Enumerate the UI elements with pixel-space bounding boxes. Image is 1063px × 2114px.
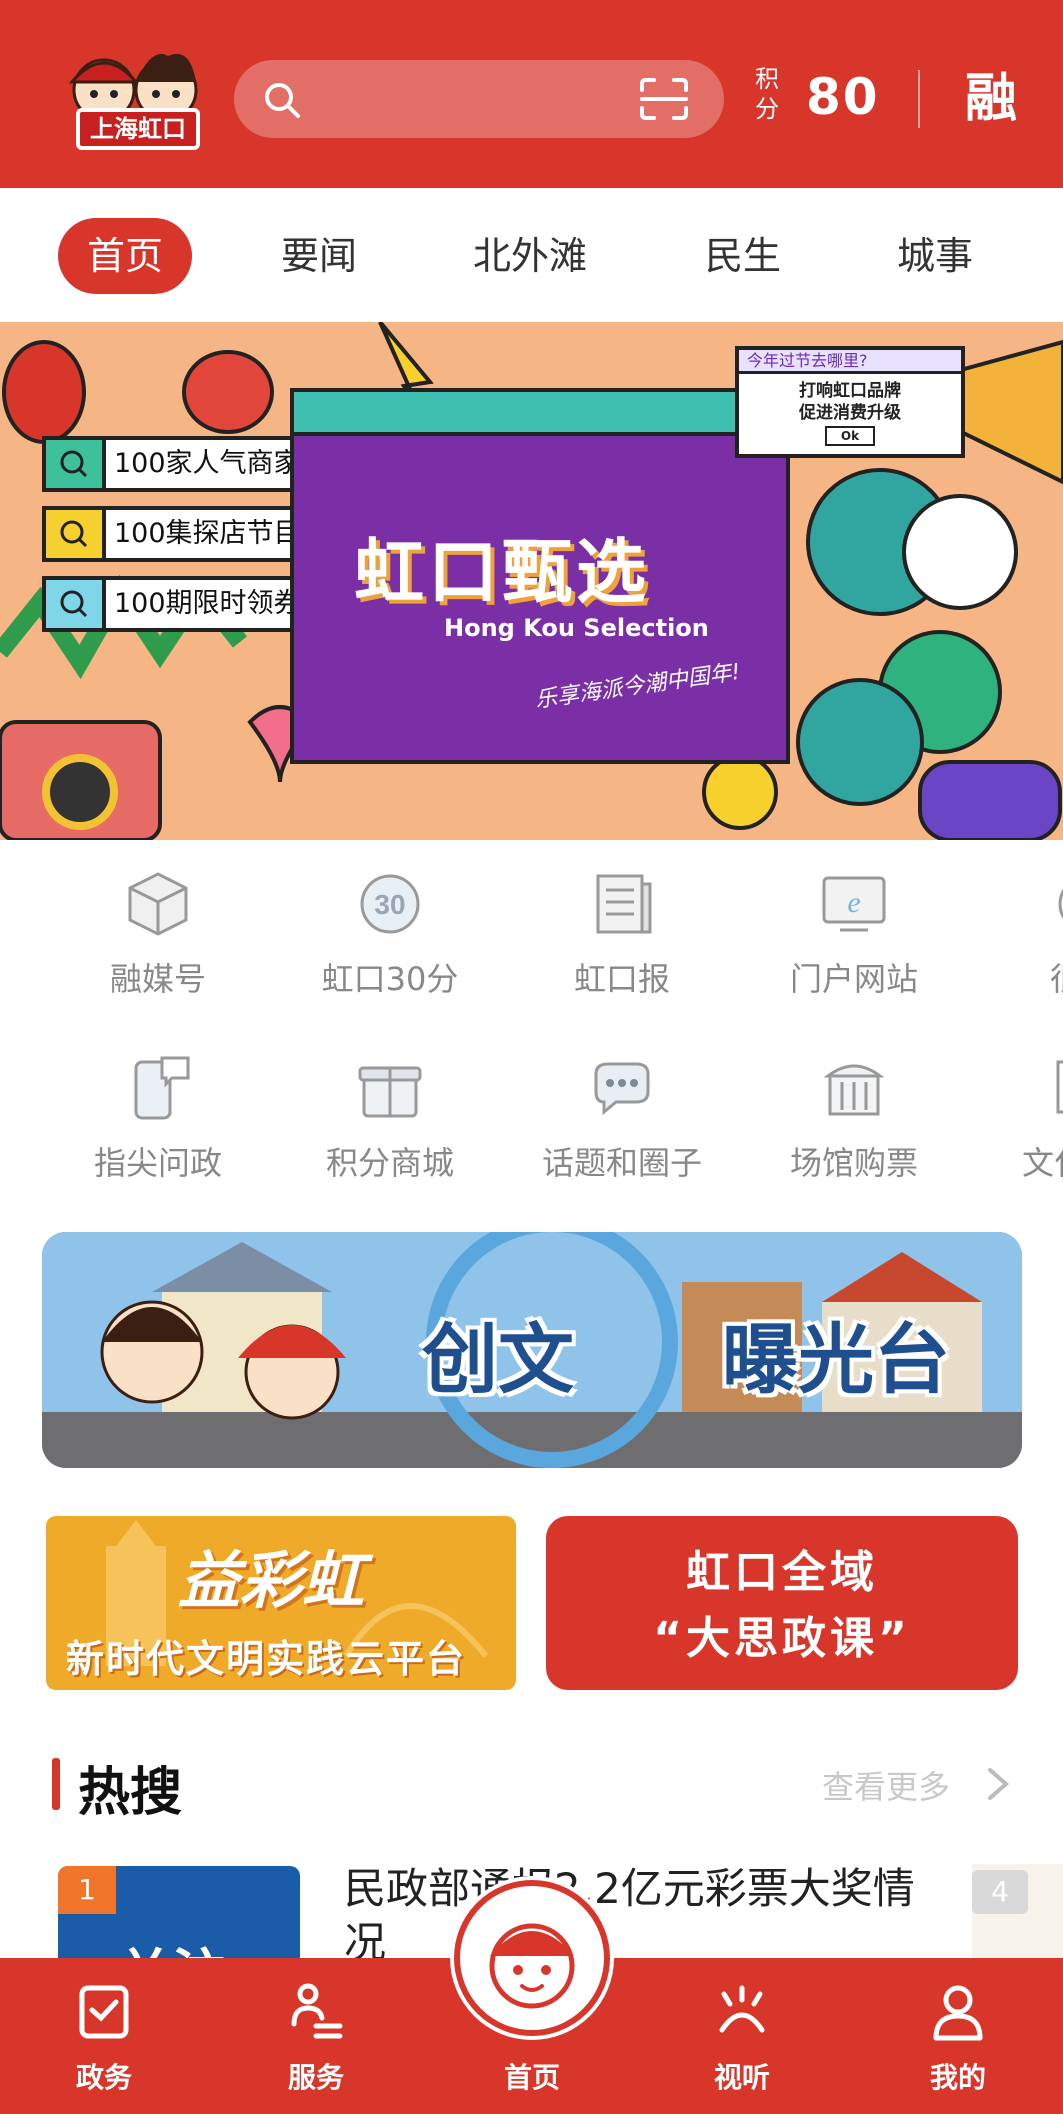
search-icon (46, 440, 106, 488)
banner-slogan: 乐享海派今潮中国年! (533, 659, 742, 714)
gift-box-icon (358, 1066, 422, 1118)
popup-head: 今年过节去哪里? (739, 350, 961, 374)
shortcut-partial-2[interactable]: 文化 (986, 1052, 1063, 1202)
promo-text-b: 曝光台 (722, 1315, 950, 1404)
tile-right-line2: “大思政课” (653, 1613, 911, 1664)
chat-bubble-icon (594, 1062, 650, 1116)
hot-search-title: 热搜 (78, 1763, 183, 1823)
civilization-platform-tile[interactable]: 益彩虹 新时代文明实践云平台 (46, 1516, 516, 1690)
header-divider (918, 70, 920, 128)
popup-line2: 促进消费升级 (799, 403, 901, 423)
svg-text:e: e (847, 886, 860, 919)
cube-icon (128, 872, 188, 936)
window-titlebar (290, 388, 790, 436)
search-icon (46, 580, 106, 628)
chevron-right-icon[interactable] (986, 1766, 1010, 1802)
tab-livelihood[interactable]: 民生 (676, 218, 810, 294)
nav-profile[interactable]: 我的 (888, 1980, 1028, 2100)
search-icon (46, 510, 106, 558)
tab-home[interactable]: 首页 (58, 218, 192, 294)
building-icon (823, 1064, 885, 1116)
tile-left-subtitle: 新时代文明实践云平台 (66, 1637, 467, 1681)
tab-city[interactable]: 城事 (868, 218, 1002, 294)
clipboard-icon (79, 1985, 129, 2039)
popup-ok: Ok (824, 426, 876, 446)
app-header: 上海虹口 积分 80 融 (0, 0, 1063, 188)
banner-chip-coupons: 100期限时领券 (42, 576, 308, 632)
shortcut-rong-media[interactable]: 融媒号 (58, 868, 258, 1018)
view-more-link[interactable]: 查看更多 (822, 1762, 950, 1808)
service-icon (291, 1983, 343, 2039)
search-icon (265, 83, 300, 118)
shortcut-venue-tickets[interactable]: 场馆购票 (754, 1052, 954, 1202)
shortcut-partial-1[interactable]: 很 (986, 868, 1063, 1018)
user-icon (933, 1985, 983, 2041)
shortcut-hongkou-30[interactable]: 30 虹口30分 (290, 868, 490, 1018)
banner-main-card: 虹口甄选 Hong Kou Selection 乐享海派今潮中国年! (290, 388, 790, 764)
svg-text:30: 30 (374, 889, 405, 920)
search-bar[interactable] (234, 60, 724, 138)
promo-banner[interactable]: 创文 曝光台 (42, 1232, 1022, 1468)
news-rank-badge: 1 (58, 1866, 116, 1914)
side-rank-badge: 4 (972, 1870, 1028, 1914)
center-home-button[interactable] (454, 1880, 610, 2036)
thirty-icon: 30 (360, 874, 420, 934)
points-label: 积分 (755, 65, 779, 123)
shortcut-hongkou-paper[interactable]: 虹口报 (522, 868, 722, 1018)
phone-chat-icon (134, 1056, 190, 1120)
tab-news[interactable]: 要闻 (252, 218, 386, 294)
tile-left-title: 益彩虹 (178, 1544, 365, 1617)
banner-popup: 今年过节去哪里? 打响虹口品牌 促进消费升级 Ok (735, 346, 965, 458)
partial-icon (1056, 1060, 1063, 1114)
shortcut-topics-circles[interactable]: 话题和圈子 (522, 1052, 722, 1202)
popup-line1: 打响虹口品牌 (799, 381, 901, 401)
section-marker (52, 1758, 60, 1810)
ideology-course-tile[interactable]: 虹口全域 “大思政课” (546, 1516, 1018, 1690)
shortcut-portal[interactable]: e 门户网站 (754, 868, 954, 1018)
promo-text-a: 创文 (422, 1315, 574, 1404)
tile-right-line1: 虹口全域 (686, 1547, 878, 1598)
nav-service[interactable]: 服务 (246, 1980, 386, 2100)
ie-browser-icon: e (822, 876, 886, 932)
shortcut-fingertip-politics[interactable]: 指尖问政 (58, 1052, 258, 1202)
news-title[interactable]: 民政部通报2.2亿元彩票大奖情况 (344, 1862, 934, 1970)
newspaper-icon (596, 874, 652, 934)
partial-icon (1058, 888, 1063, 920)
hero-banner[interactable]: 100家人气商家 100集探店节目 100期限时领券 虹口甄选 Hong Kou… (0, 322, 1063, 840)
home-mascot-icon (489, 1923, 575, 2009)
banner-subtitle: Hong Kou Selection (444, 614, 709, 642)
banner-title: 虹口甄选 (354, 531, 650, 613)
shortcut-points-mall[interactable]: 积分商城 (290, 1052, 490, 1202)
rong-media-button[interactable]: 融 (956, 66, 1026, 132)
points-value[interactable]: 80 (806, 62, 880, 132)
channel-tabs: 首页 要闻 北外滩 民生 城事 (0, 190, 1063, 320)
nav-government[interactable]: 政务 (34, 1980, 174, 2100)
logo-label: 上海虹口 (76, 108, 200, 150)
banner-chip-episodes: 100集探店节目 (42, 506, 308, 562)
scan-icon[interactable] (638, 76, 690, 122)
nav-media[interactable]: 视听 (672, 1980, 812, 2100)
app-logo[interactable]: 上海虹口 (44, 42, 230, 160)
banner-chip-merchants: 100家人气商家 (42, 436, 308, 492)
tab-north-bund[interactable]: 北外滩 (440, 218, 620, 294)
broadcast-icon (719, 1985, 765, 2033)
